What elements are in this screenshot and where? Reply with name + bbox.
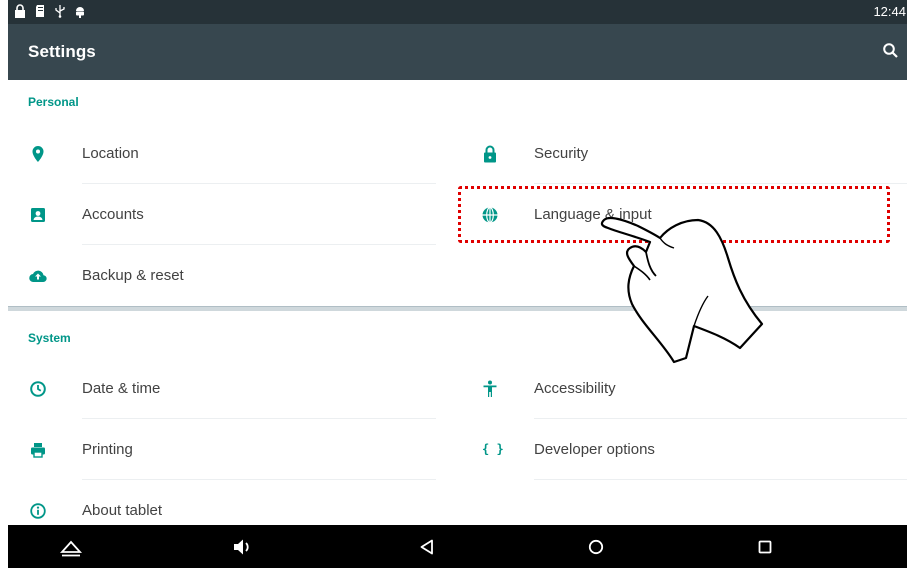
settings-item-accounts[interactable]: Accounts (8, 185, 436, 245)
cloud-upload-icon (29, 270, 47, 283)
accessibility-icon (483, 380, 497, 397)
settings-item-accessibility[interactable]: Accessibility (460, 359, 907, 419)
settings-item-location[interactable]: Location (8, 124, 436, 184)
app-bar: Settings (8, 24, 907, 80)
divider (82, 244, 436, 245)
settings-item-label: Location (82, 145, 139, 162)
volume-icon[interactable] (229, 534, 255, 560)
settings-item-label: Printing (82, 441, 133, 458)
settings-item-backup-reset[interactable]: Backup & reset (8, 246, 436, 306)
settings-item-label: Accounts (82, 206, 144, 223)
clock-icon (30, 381, 46, 397)
section-header-personal: Personal (28, 95, 79, 109)
status-bar: 12:44 (8, 0, 907, 24)
settings-item-label: About tablet (82, 502, 163, 519)
back-icon[interactable] (414, 534, 440, 560)
status-icons (14, 4, 86, 18)
developer-braces-icon: { } (482, 442, 504, 456)
search-icon (883, 43, 898, 58)
settings-item-label: Date & time (82, 380, 161, 397)
account-box-icon (31, 208, 45, 222)
hide-icon[interactable] (58, 534, 84, 560)
section-divider (8, 306, 907, 311)
settings-item-developer-options[interactable]: { } Developer options (460, 420, 907, 480)
pointing-hand-icon (600, 216, 764, 364)
navigation-bar (8, 525, 907, 568)
divider (534, 479, 907, 480)
location-pin-icon (32, 146, 44, 162)
recents-icon[interactable] (752, 534, 778, 560)
printer-icon (31, 443, 45, 458)
info-icon (30, 503, 46, 519)
android-icon (76, 7, 84, 18)
home-icon[interactable] (583, 534, 609, 560)
usb-icon (55, 5, 65, 18)
settings-item-label: Security (534, 145, 589, 162)
settings-list: Personal Location Security Accounts Lang… (8, 80, 907, 525)
settings-item-label: Developer options (534, 441, 655, 458)
divider (534, 183, 907, 184)
page-title: Settings (28, 42, 96, 61)
search-button[interactable] (879, 39, 903, 63)
settings-item-label: Accessibility (534, 380, 616, 397)
lock-icon (484, 145, 496, 163)
sd-card-icon (36, 5, 44, 17)
divider (82, 418, 436, 419)
settings-item-date-time[interactable]: Date & time (8, 359, 436, 419)
settings-item-printing[interactable]: Printing (8, 420, 436, 480)
divider (82, 479, 436, 480)
section-header-system: System (28, 331, 71, 345)
settings-item-security[interactable]: Security (460, 124, 907, 184)
divider (534, 418, 907, 419)
divider (82, 183, 436, 184)
status-clock: 12:44 (873, 4, 906, 19)
settings-item-label: Backup & reset (82, 267, 184, 284)
lock-icon (15, 4, 25, 18)
